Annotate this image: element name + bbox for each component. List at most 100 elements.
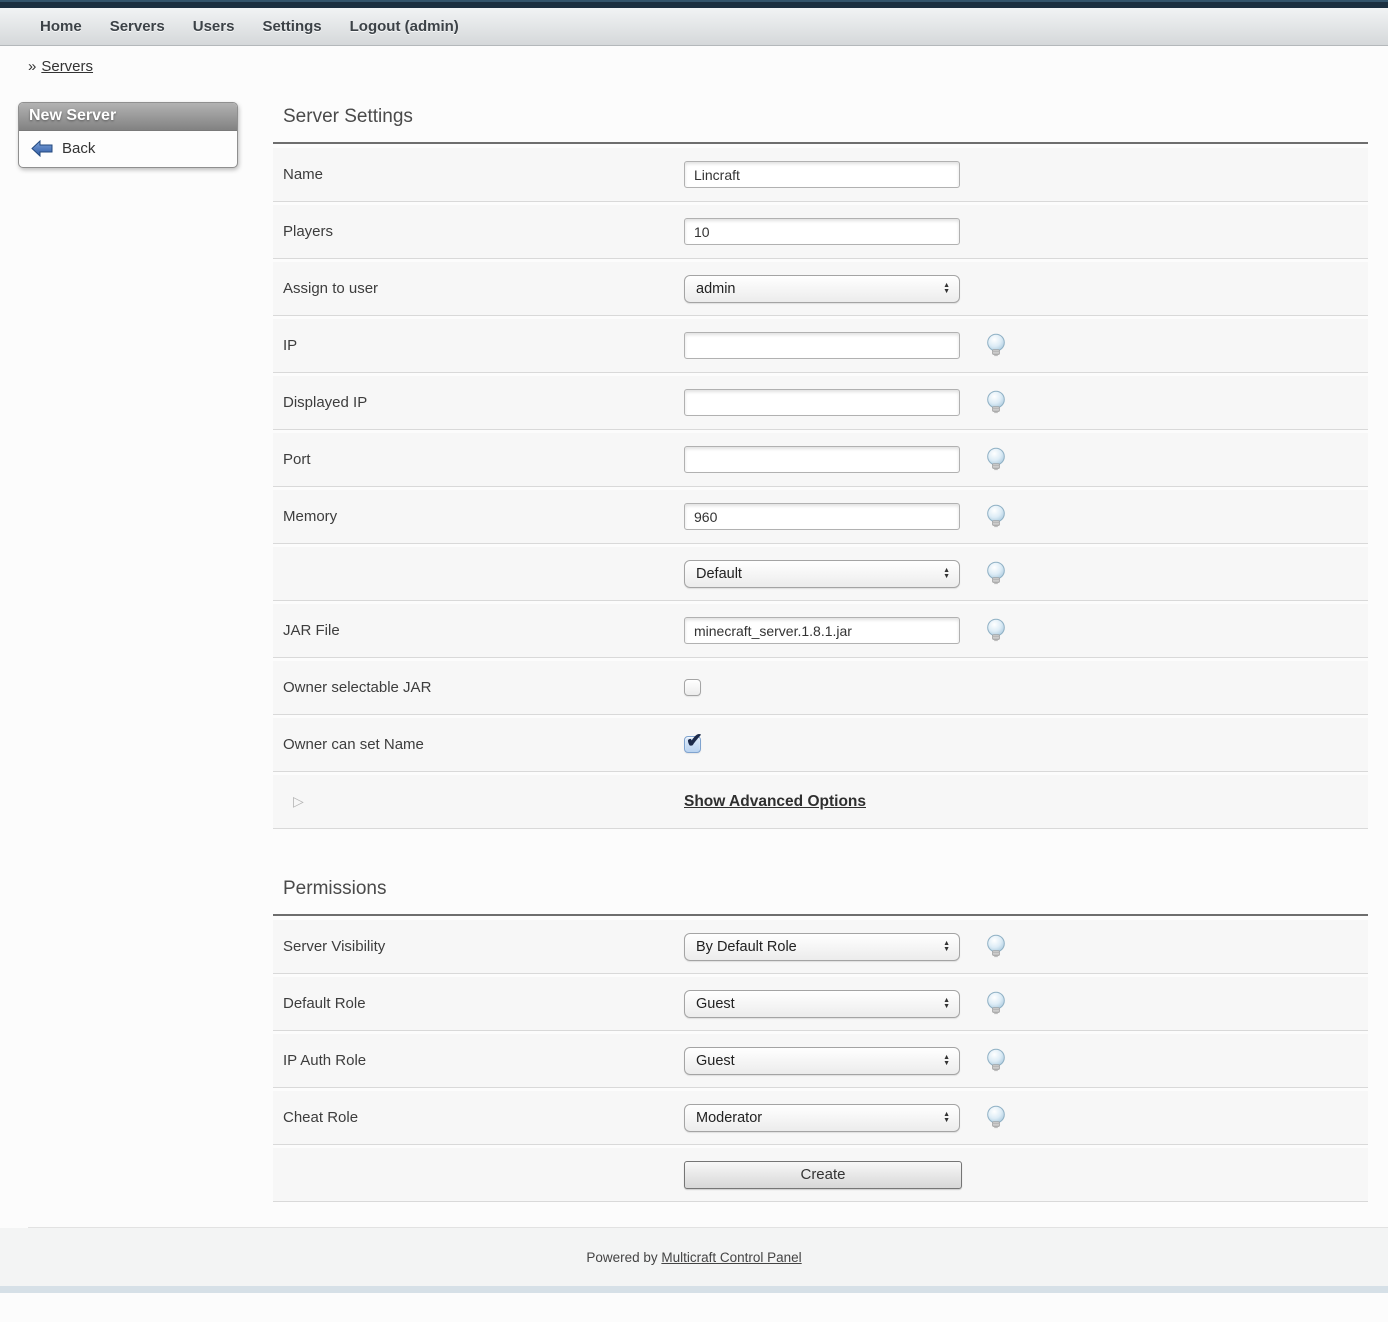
- server-visibility-selected-value: By Default Role: [696, 939, 797, 955]
- name-label: Name: [273, 166, 684, 183]
- breadcrumb: »Servers: [0, 46, 1388, 80]
- footer: Powered by Multicraft Control Panel: [0, 1228, 1388, 1286]
- nav-item-servers[interactable]: Servers: [96, 18, 179, 35]
- help-bulb-icon[interactable]: [985, 934, 1007, 959]
- disclosure-triangle-icon[interactable]: ▷: [283, 793, 304, 809]
- select-arrows-icon: ▲▼: [943, 1112, 950, 1124]
- row-displayed-ip: Displayed IP: [273, 376, 1368, 430]
- displayed-ip-input[interactable]: [684, 389, 960, 416]
- nav-item-settings[interactable]: Settings: [248, 18, 335, 35]
- jar-file-label: JAR File: [273, 622, 684, 639]
- help-bulb-icon[interactable]: [985, 390, 1007, 415]
- ip-label: IP: [273, 337, 684, 354]
- show-advanced-options-field: Show Advanced Options: [684, 793, 866, 811]
- nav-item-home[interactable]: Home: [26, 18, 96, 35]
- row-port: Port: [273, 433, 1368, 487]
- top-accent-bar: [0, 0, 1388, 8]
- select-arrows-icon: ▲▼: [943, 283, 950, 295]
- select-arrows-icon: ▲▼: [943, 941, 950, 953]
- players-label: Players: [273, 223, 684, 240]
- help-bulb-icon[interactable]: [985, 1105, 1007, 1130]
- row-ip-auth-role: IP Auth RoleGuest▲▼: [273, 1034, 1368, 1088]
- players-input[interactable]: [684, 218, 960, 245]
- ip-auth-role-field: Guest ▲▼: [684, 1047, 1007, 1075]
- back-arrow-icon: [31, 140, 53, 157]
- owner-can-set-name-checkbox[interactable]: [684, 736, 701, 753]
- players-field: [684, 218, 960, 245]
- cheat-role-field: Moderator▲▼: [684, 1104, 1007, 1132]
- row-owner-can-set-name: Owner can set Name: [273, 718, 1368, 772]
- owner-selectable-jar-field: [684, 679, 701, 696]
- ip-field: [684, 332, 1007, 359]
- default-role-selected-value: Guest: [696, 996, 735, 1012]
- jar-file-input[interactable]: [684, 617, 960, 644]
- cheat-role-label: Cheat Role: [273, 1109, 684, 1126]
- row-default-option: Default▲▼: [273, 547, 1368, 601]
- row-create: Create: [273, 1148, 1368, 1202]
- footer-text: Powered by: [586, 1250, 657, 1265]
- help-bulb-icon[interactable]: [985, 1048, 1007, 1073]
- ip-input[interactable]: [684, 332, 960, 359]
- owner-selectable-jar-checkbox[interactable]: [684, 679, 701, 696]
- nav-item-logout[interactable]: Logout (admin): [336, 18, 473, 35]
- help-bulb-icon[interactable]: [985, 991, 1007, 1016]
- default-option-selected-value: Default: [696, 566, 742, 582]
- main-area: New Server Back Ser: [0, 80, 1388, 1205]
- select-arrows-icon: ▲▼: [943, 1055, 950, 1067]
- default-role-label: Default Role: [273, 995, 684, 1012]
- server-settings-form: Name Players Assign to user admin ▲▼ IP Displa…: [273, 148, 1368, 829]
- create-field: Create: [684, 1161, 962, 1189]
- bottom-strip: [0, 1286, 1388, 1293]
- displayed-ip-field: [684, 389, 1007, 416]
- show-advanced-options-link[interactable]: Show Advanced Options: [684, 793, 866, 811]
- server-settings-heading: Server Settings: [273, 106, 1368, 128]
- assign-to-user-select[interactable]: admin ▲▼: [684, 275, 960, 303]
- name-input[interactable]: [684, 161, 960, 188]
- help-bulb-icon[interactable]: [985, 447, 1007, 472]
- row-ip: IP: [273, 319, 1368, 373]
- name-field: [684, 161, 960, 188]
- panel-title: New Server: [19, 103, 237, 131]
- owner-can-set-name-field: [684, 736, 701, 753]
- row-cheat-role: Cheat RoleModerator▲▼: [273, 1091, 1368, 1145]
- main-navbar: Home Servers Users Settings Logout (admi…: [0, 8, 1388, 46]
- sidebar: New Server Back: [18, 102, 238, 168]
- back-button[interactable]: Back: [19, 131, 237, 167]
- displayed-ip-label: Displayed IP: [273, 394, 684, 411]
- row-server-visibility: Server Visibility By Default Role ▲▼: [273, 920, 1368, 974]
- server-visibility-label: Server Visibility: [273, 938, 684, 955]
- row-name: Name: [273, 148, 1368, 202]
- default-option-field: Default▲▼: [684, 560, 1007, 588]
- assign-to-user-selected-value: admin: [696, 281, 736, 297]
- section-rule: [273, 142, 1368, 144]
- row-players: Players: [273, 205, 1368, 259]
- port-label: Port: [273, 451, 684, 468]
- memory-input[interactable]: [684, 503, 960, 530]
- ip-auth-role-select[interactable]: Guest ▲▼: [684, 1047, 960, 1075]
- help-bulb-icon[interactable]: [985, 333, 1007, 358]
- nav-item-users[interactable]: Users: [179, 18, 249, 35]
- server-visibility-select[interactable]: By Default Role ▲▼: [684, 933, 960, 961]
- row-default-role: Default Role Guest ▲▼: [273, 977, 1368, 1031]
- owner-can-set-name-label: Owner can set Name: [273, 736, 684, 753]
- port-input[interactable]: [684, 446, 960, 473]
- assign-to-user-field: admin ▲▼: [684, 275, 960, 303]
- multicraft-link[interactable]: Multicraft Control Panel: [661, 1250, 801, 1265]
- help-bulb-icon[interactable]: [985, 504, 1007, 529]
- create-button[interactable]: Create: [684, 1161, 962, 1189]
- jar-file-field: [684, 617, 1007, 644]
- memory-field: [684, 503, 1007, 530]
- ip-auth-role-selected-value: Guest: [696, 1053, 735, 1069]
- default-role-select[interactable]: Guest ▲▼: [684, 990, 960, 1018]
- show-advanced-options-label: ▷: [273, 793, 684, 810]
- help-bulb-icon[interactable]: [985, 561, 1007, 586]
- content: Server Settings Name Players Assign to use…: [273, 82, 1368, 1205]
- select-arrows-icon: ▲▼: [943, 998, 950, 1010]
- default-option-select[interactable]: Default▲▼: [684, 560, 960, 588]
- assign-to-user-label: Assign to user: [273, 280, 684, 297]
- help-bulb-icon[interactable]: [985, 618, 1007, 643]
- new-server-panel: New Server Back: [18, 102, 238, 168]
- server-visibility-field: By Default Role ▲▼: [684, 933, 1007, 961]
- cheat-role-select[interactable]: Moderator▲▼: [684, 1104, 960, 1132]
- breadcrumb-servers-link[interactable]: Servers: [41, 58, 93, 75]
